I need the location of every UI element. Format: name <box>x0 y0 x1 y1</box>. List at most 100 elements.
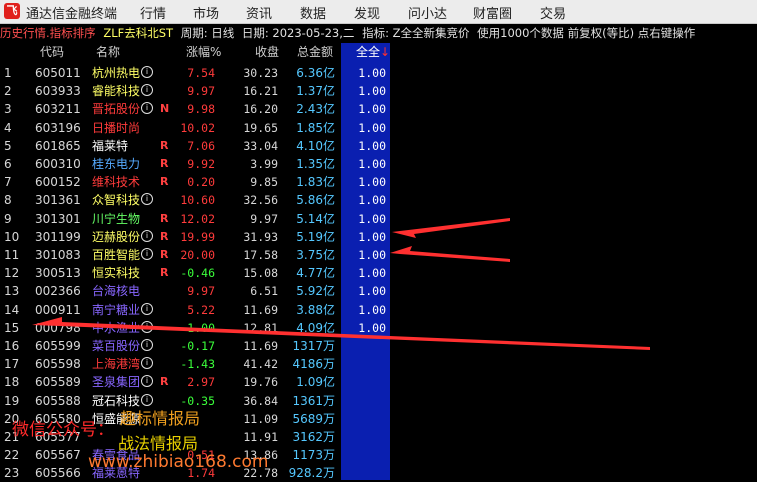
stock-name-text: 上海港湾 <box>92 357 141 372</box>
table-row[interactable]: 15 000798 中水渔业 i -1.00 12.81 4.09亿 1.00 <box>0 319 757 337</box>
stock-name: 桂东电力 <box>92 155 142 173</box>
row-index: 11 <box>4 248 20 262</box>
close-price: 9.97 <box>250 211 278 226</box>
info-icon[interactable]: i <box>141 102 154 115</box>
col-header-name[interactable]: 名称 <box>96 44 120 60</box>
stock-name-text: 众智科技 <box>92 193 141 208</box>
table-row[interactable]: 10 301199 迈赫股份 i R 19.99 31.93 5.19亿 1.00 <box>0 228 757 246</box>
table-row[interactable]: 11 301083 百胜智能 i R 20.00 17.58 3.75亿 1.00 <box>0 246 757 264</box>
col-header-close[interactable]: 收盘 <box>255 44 279 60</box>
total-amount: 3162万 <box>292 430 335 444</box>
table-row[interactable]: 6 600310 桂东电力 R 9.92 3.99 1.35亿 1.00 <box>0 155 757 173</box>
info-icon[interactable]: i <box>141 84 154 97</box>
total-amount: 5.14亿 <box>296 211 335 226</box>
info-icon[interactable]: i <box>141 302 154 315</box>
close-price: 19.76 <box>243 375 278 390</box>
table-row[interactable]: 14 000911 南宁糖业 i 5.22 11.69 3.88亿 1.00 <box>0 301 757 319</box>
info-icon[interactable]: i <box>141 320 154 333</box>
menu-market[interactable]: 市场 <box>193 3 219 22</box>
total-amount: 5.92亿 <box>296 284 335 299</box>
total-amount: 1.35亿 <box>296 157 335 171</box>
table-row[interactable]: 8 301361 众智科技 i 10.60 32.56 5.86亿 1.00 <box>0 191 757 209</box>
table-row[interactable]: 19 605588 冠石科技 i -0.35 36.84 1361万 <box>0 392 757 410</box>
col-header-all[interactable]: 全全↓ <box>356 44 390 60</box>
table-row[interactable]: 3 603211 晋拓股份 i N 9.98 16.20 2.43亿 1.00 <box>0 100 757 118</box>
app-logo-icon: 飞 <box>4 3 20 19</box>
row-index: 3 <box>4 102 12 117</box>
stock-code: 000911 <box>35 302 81 317</box>
stock-name-text: 恒实科技 <box>92 266 141 281</box>
stock-name: 福莱特 <box>92 137 142 155</box>
row-index: 19 <box>4 393 20 408</box>
row-index: 13 <box>4 284 20 299</box>
col-header-change[interactable]: 涨幅% <box>186 44 221 60</box>
close-price: 11.69 <box>243 302 278 317</box>
row-index: 4 <box>4 120 12 135</box>
table-row[interactable]: 1 605011 杭州热电 i 7.54 30.23 6.36亿 1.00 <box>0 64 757 82</box>
stock-name-text: 桂东电力 <box>92 157 141 171</box>
stock-name-text: 川宁生物 <box>92 211 141 226</box>
all-value: 1.00 <box>358 284 386 299</box>
info-icon[interactable]: i <box>141 339 154 351</box>
all-value: 1.00 <box>358 320 386 335</box>
table-row[interactable]: 7 600152 维科技术 R 0.20 9.85 1.83亿 1.00 <box>0 173 757 191</box>
row-index: 1 <box>4 66 12 80</box>
formula-label[interactable]: ZLF去科北ST <box>103 26 173 40</box>
col-header-amount[interactable]: 总金额 <box>297 44 333 60</box>
change-percent: 9.97 <box>187 284 215 299</box>
col-header-code[interactable]: 代码 <box>40 44 64 60</box>
menu-discover[interactable]: 发现 <box>354 3 380 22</box>
table-row[interactable]: 9 301301 川宁生物 R 12.02 9.97 5.14亿 1.00 <box>0 210 757 228</box>
total-amount: 4.10亿 <box>296 138 335 153</box>
info-icon[interactable]: i <box>141 229 154 242</box>
menu-wealth[interactable]: 财富圈 <box>473 3 512 22</box>
stock-code: 605011 <box>35 66 81 80</box>
menu-data[interactable]: 数据 <box>300 3 326 22</box>
info-icon[interactable]: i <box>141 66 154 78</box>
close-price: 33.04 <box>243 138 278 153</box>
table-row[interactable]: 16 605599 菜百股份 i -0.17 11.69 1317万 <box>0 337 757 355</box>
stock-code: 605599 <box>35 339 81 353</box>
close-price: 15.08 <box>243 266 278 281</box>
stock-code: 605588 <box>35 393 81 408</box>
menu-news[interactable]: 资讯 <box>246 3 272 22</box>
menu-quotes[interactable]: 行情 <box>140 3 166 22</box>
stock-name-text: 圣泉集团 <box>92 375 141 390</box>
stock-name: 台海核电 <box>92 282 142 300</box>
info-icon[interactable]: i <box>141 193 154 206</box>
stock-code: 301083 <box>35 248 81 262</box>
close-price: 30.23 <box>243 66 278 80</box>
close-price: 11.09 <box>243 411 278 426</box>
table-row[interactable]: 5 601865 福莱特 R 7.06 33.04 4.10亿 1.00 <box>0 137 757 155</box>
table-row[interactable]: 13 002366 台海核电 9.97 6.51 5.92亿 1.00 <box>0 282 757 300</box>
info-icon[interactable]: i <box>141 248 154 260</box>
stock-code: 605598 <box>35 357 81 372</box>
close-price: 12.81 <box>243 320 278 335</box>
total-amount: 1.37亿 <box>296 84 335 99</box>
table-row[interactable]: 4 603196 日播时尚 10.02 19.65 1.85亿 1.00 <box>0 119 757 137</box>
menu-ask[interactable]: 问小达 <box>408 3 447 22</box>
close-price: 41.42 <box>243 357 278 372</box>
info-icon[interactable]: i <box>141 393 154 406</box>
total-amount: 1.85亿 <box>296 120 335 135</box>
row-index: 23 <box>4 466 20 481</box>
table-row[interactable]: 12 300513 恒实科技 R -0.46 15.08 4.77亿 1.00 <box>0 264 757 282</box>
stock-code: 605567 <box>35 448 81 463</box>
row-index: 16 <box>4 339 20 353</box>
stock-code: 605589 <box>35 375 81 390</box>
table-row[interactable]: 18 605589 圣泉集团 i R 2.97 19.76 1.09亿 <box>0 373 757 391</box>
table-row[interactable]: 2 603933 睿能科技 i 9.97 16.21 1.37亿 1.00 <box>0 82 757 100</box>
close-price: 19.65 <box>243 120 278 135</box>
stock-code: 300513 <box>35 266 81 281</box>
row-index: 22 <box>4 448 20 463</box>
info-icon[interactable]: i <box>141 375 154 388</box>
info-icon[interactable]: i <box>141 357 154 370</box>
menu-trade[interactable]: 交易 <box>540 3 566 22</box>
stock-name-text: 日播时尚 <box>92 120 141 135</box>
total-amount: 4186万 <box>292 357 335 372</box>
table-row[interactable]: 17 605598 上海港湾 i -1.43 41.42 4186万 <box>0 355 757 373</box>
stock-code: 002366 <box>35 284 81 299</box>
change-percent: 7.06 <box>187 138 215 153</box>
all-value: 1.00 <box>358 102 386 117</box>
stock-code: 301361 <box>35 193 81 208</box>
